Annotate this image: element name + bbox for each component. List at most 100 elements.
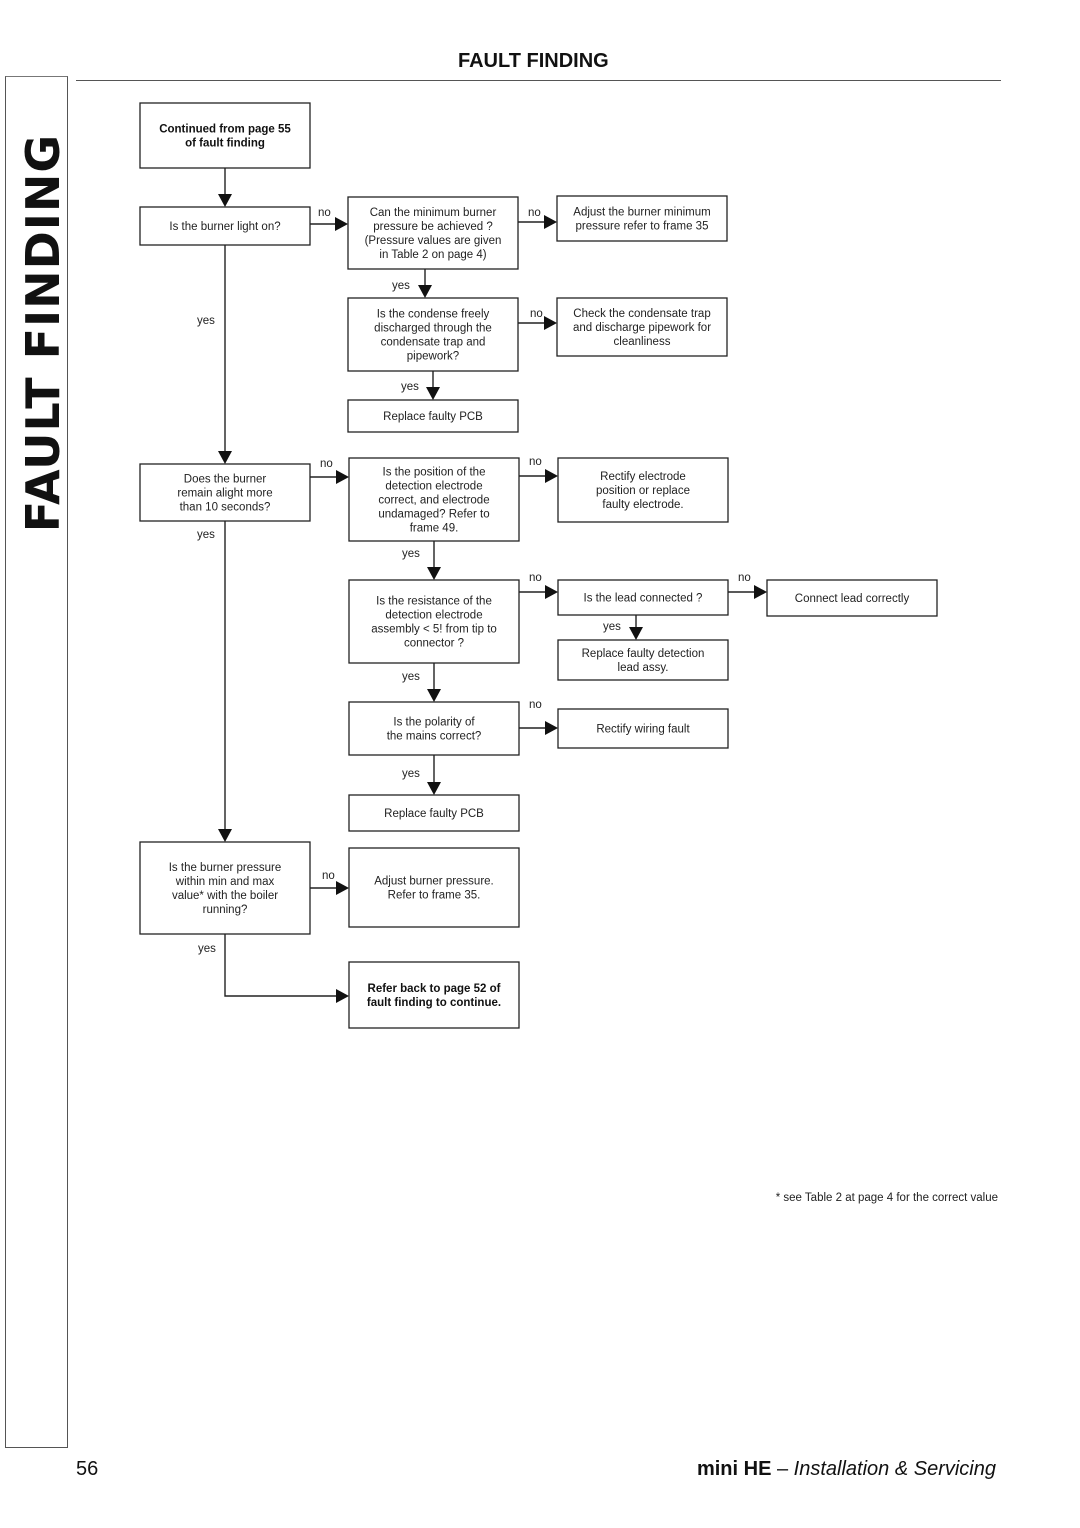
flow-node-refer-back: Refer back to page 52 of fault finding to… xyxy=(348,961,520,1029)
node-box xyxy=(348,961,520,1029)
arrowhead-icon xyxy=(218,194,232,207)
footer-separator: – xyxy=(771,1458,794,1480)
node-text-line: in Table 2 on page 4) xyxy=(379,249,486,261)
node-text-line: position or replace xyxy=(596,485,690,497)
node-text-line: Replace faulty PCB xyxy=(383,411,483,423)
edge-label-yes: yes xyxy=(402,768,420,780)
node-text-line: Refer to frame 35. xyxy=(388,890,481,902)
edge-label-no: no xyxy=(529,699,542,711)
flow-node-check-trap: Check the condensate trap and discharge p… xyxy=(556,297,728,357)
flow-node-burner-light: Is the burner light on? xyxy=(139,206,311,246)
node-text-line: Replace faulty detection xyxy=(582,648,705,660)
flow-node-replace-pcb-2: Replace faulty PCB xyxy=(348,794,520,832)
arrowhead-icon xyxy=(629,627,643,640)
footer-title: mini HE – Installation & Servicing xyxy=(697,1458,996,1481)
flow-node-connect-lead: Connect lead correctly xyxy=(766,579,938,617)
edge-label-no: no xyxy=(528,207,541,219)
footer-brand: mini HE xyxy=(696,1458,772,1480)
node-text-line: value* with the boiler xyxy=(172,890,278,902)
node-text-line: running? xyxy=(203,904,248,916)
arrowhead-icon xyxy=(545,469,558,483)
node-text-line: undamaged? Refer to xyxy=(378,509,489,521)
edge-label-no: no xyxy=(320,458,333,470)
arrowhead-icon xyxy=(427,567,441,580)
node-text-line: Rectify electrode xyxy=(600,471,686,483)
edge-label-yes: yes xyxy=(392,280,410,292)
edge-resistance-to-lead_connected: no xyxy=(519,572,558,599)
edge-label-yes: yes xyxy=(402,548,420,560)
arrowhead-icon xyxy=(218,451,232,464)
flow-node-resistance: Is the resistance of the detection electr… xyxy=(348,579,520,664)
node-text-line: the mains correct? xyxy=(387,731,482,743)
edge-label-no: no xyxy=(322,870,335,882)
node-text-line: fault finding to continue. xyxy=(367,997,501,1009)
flow-node-electrode-pos: Is the position of the detection electrod… xyxy=(348,457,520,542)
flow-node-rectify-electrode: Rectify electrode position or replace faul… xyxy=(557,457,729,523)
arrowhead-icon xyxy=(336,989,349,1003)
edge-burner_light-to-alight_10s: yes xyxy=(197,245,232,464)
edge-electrode_pos-to-rectify_electrode: no xyxy=(519,456,558,483)
arrowhead-icon xyxy=(426,387,440,400)
node-text-line: Refer back to page 52 of xyxy=(368,983,501,995)
arrowhead-icon xyxy=(544,316,557,330)
flow-node-min-pressure: Can the minimum burner pressure be achiev… xyxy=(347,196,519,270)
footnote: * see Table 2 at page 4 for the correct … xyxy=(775,1192,998,1204)
arrowhead-icon xyxy=(754,585,767,599)
node-text-line: connector ? xyxy=(404,638,464,650)
node-text-line: Continued from page 55 xyxy=(159,124,291,136)
edge-condense-to-check_trap: no xyxy=(518,308,557,330)
node-text-line: of fault finding xyxy=(185,138,265,150)
flow-node-alight-10s: Does the burner remain alight more than 10… xyxy=(139,463,311,522)
node-text-line: pressure refer to frame 35 xyxy=(576,221,709,233)
edge-label-no: no xyxy=(318,207,331,219)
flow-node-burner-pressure: Is the burner pressure within min and max… xyxy=(139,841,311,935)
node-text-line: Can the minimum burner xyxy=(370,207,497,219)
arrowhead-icon xyxy=(545,585,558,599)
edge-polarity-to-replace_pcb_2: yes xyxy=(402,755,441,795)
node-box xyxy=(556,195,728,242)
edge-label-yes: yes xyxy=(401,381,419,393)
node-text-line: pipework? xyxy=(407,351,459,363)
flow-node-replace-pcb-1: Replace faulty PCB xyxy=(347,399,519,433)
node-text-line: assembly < 5! from tip to xyxy=(371,624,497,636)
node-text-line: Replace faulty PCB xyxy=(384,808,484,820)
arrowhead-icon xyxy=(336,470,349,484)
footer-subtitle: Installation & Servicing xyxy=(793,1458,996,1480)
node-text-line: faulty electrode. xyxy=(602,499,683,511)
edge-label-yes: yes xyxy=(198,943,216,955)
flow-node-adjust-min: Adjust the burner minimum pressure refer … xyxy=(556,195,728,242)
arrowhead-icon xyxy=(336,881,349,895)
node-text-line: Rectify wiring fault xyxy=(596,724,690,736)
edge-label-no: no xyxy=(529,456,542,468)
edge-burner_pressure-to-adjust_burner: no xyxy=(310,870,349,895)
edge-burner_pressure-to-refer_back: yes xyxy=(198,934,349,1003)
node-text-line: Is the polarity of xyxy=(393,717,475,729)
node-text-line: and discharge pipework for xyxy=(573,322,711,334)
node-text-line: discharged through the xyxy=(374,323,492,335)
node-text-line: Connect lead correctly xyxy=(795,593,910,605)
node-text-line: frame 49. xyxy=(410,523,459,535)
edge-min_pressure-to-condense: yes xyxy=(392,269,432,298)
node-text-line: than 10 seconds? xyxy=(180,502,271,514)
node-text-line: cleanliness xyxy=(614,336,671,348)
flow-node-polarity: Is the polarity of the mains correct? xyxy=(348,701,520,756)
node-text-line: correct, and electrode xyxy=(378,495,489,507)
arrowhead-icon xyxy=(545,721,558,735)
flow-node-lead-connected: Is the lead connected ? xyxy=(557,579,729,616)
flow-node-adjust-burner: Adjust burner pressure. Refer to frame 35… xyxy=(348,847,520,928)
flow-node-rectify-wiring: Rectify wiring fault xyxy=(557,708,729,749)
arrowhead-icon xyxy=(544,215,557,229)
node-text-line: condensate trap and xyxy=(381,337,486,349)
node-box xyxy=(139,841,311,935)
flow-node-replace-lead: Replace faulty detection lead assy. xyxy=(557,639,729,681)
flow-node-start: Continued from page 55 of fault finding xyxy=(139,102,311,169)
edge-label-yes: yes xyxy=(603,621,621,633)
edge-alight_10s-to-electrode_pos: no xyxy=(310,458,349,484)
edge-label-no: no xyxy=(529,572,542,584)
edge-start-to-burner_light xyxy=(218,168,232,207)
flow-node-condense: Is the condense freely discharged through… xyxy=(347,297,519,372)
arrowhead-icon xyxy=(218,829,232,842)
arrowhead-icon xyxy=(427,689,441,702)
node-text-line: remain alight more xyxy=(177,488,272,500)
arrowhead-icon xyxy=(418,285,432,298)
